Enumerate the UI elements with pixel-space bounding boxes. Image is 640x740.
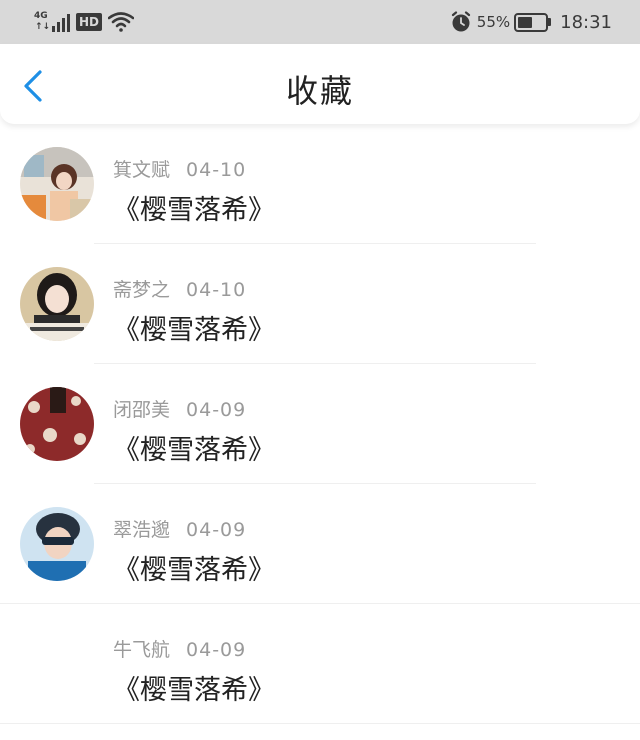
author-name: 翠浩邈	[113, 519, 171, 541]
item-title: 《樱雪落希》	[113, 435, 275, 466]
network-type: 4G ↑↓	[34, 10, 50, 34]
avatar	[20, 267, 94, 341]
author-name: 箕文赋	[113, 159, 171, 181]
list-item[interactable]: 牛飞航 04-09 《樱雪落希》	[0, 604, 640, 724]
author-name: 闭邵美	[113, 399, 171, 421]
status-left: 4G ↑↓ HD	[34, 9, 135, 35]
list-item[interactable]: 翠浩邈 04-09 《樱雪落希》	[0, 484, 640, 604]
item-title: 《樱雪落希》	[113, 315, 275, 346]
page-title: 收藏	[285, 72, 354, 110]
item-date: 04-10	[186, 159, 247, 181]
item-title: 《樱雪落希》	[113, 675, 275, 706]
item-meta: 箕文赋 04-10	[113, 155, 246, 182]
network-arrows: ↑↓	[35, 22, 51, 32]
item-date: 04-09	[186, 399, 247, 421]
item-date: 04-10	[186, 279, 247, 301]
list-item[interactable]: 斋梦之 04-10 《樱雪落希》	[0, 244, 640, 364]
item-date: 04-09	[186, 519, 247, 541]
battery-percent: 55%	[476, 13, 511, 31]
divider	[0, 723, 640, 724]
battery-icon	[514, 12, 552, 32]
item-meta: 翠浩邈 04-09	[113, 515, 246, 542]
item-title: 《樱雪落希》	[113, 555, 275, 586]
item-date: 04-09	[186, 639, 247, 661]
battery-fill	[518, 16, 533, 28]
item-title: 《樱雪落希》	[113, 195, 275, 226]
avatar	[20, 387, 94, 461]
status-right: 55% 18:31	[450, 8, 612, 36]
signal-icon	[52, 12, 70, 32]
list-item[interactable]: 闭邵美 04-09 《樱雪落希》	[0, 364, 640, 484]
alarm-icon	[451, 11, 470, 32]
avatar	[20, 507, 94, 581]
hd-icon: HD	[76, 13, 103, 31]
item-meta: 斋梦之 04-10	[113, 275, 246, 302]
status-bar: 4G ↑↓ HD 55% 18:31	[0, 0, 640, 44]
avatar	[20, 147, 94, 221]
header-bar: 收藏	[0, 44, 640, 124]
author-name: 牛飞航	[113, 639, 171, 661]
wifi-icon	[108, 12, 135, 32]
favorites-list: 箕文赋 04-10 《樱雪落希》 斋梦之 04-10 《樱雪落希》 闭邵美 04…	[0, 124, 640, 724]
item-meta: 牛飞航 04-09	[113, 635, 246, 662]
list-item[interactable]: 箕文赋 04-10 《樱雪落希》	[0, 124, 640, 244]
item-meta: 闭邵美 04-09	[113, 395, 246, 422]
clock: 18:31	[560, 11, 612, 33]
network-type-label: 4G	[34, 11, 48, 21]
author-name: 斋梦之	[113, 279, 171, 301]
